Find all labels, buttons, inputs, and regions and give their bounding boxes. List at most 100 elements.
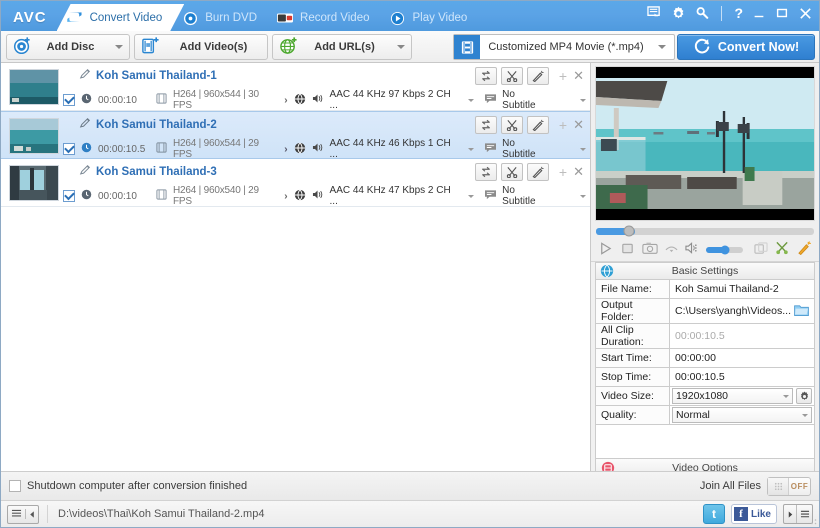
chevron-down-icon[interactable] — [580, 98, 586, 102]
convert-now-button[interactable]: Convert Now! — [677, 34, 815, 60]
twitter-icon[interactable]: t — [702, 504, 725, 524]
seek-slider[interactable] — [596, 225, 814, 237]
tab-burn-dvd[interactable]: Burn DVD — [172, 5, 279, 31]
film-strip-icon — [156, 189, 167, 203]
right-panel: Basic Settings File Name: Koh Samui Thai… — [591, 63, 819, 471]
help-icon[interactable]: ? — [734, 5, 743, 21]
detach-window-icon[interactable] — [754, 241, 768, 258]
join-all-files-toggle[interactable]: OFF — [767, 476, 811, 496]
resize-grip[interactable] — [807, 515, 817, 525]
table-row[interactable]: Koh Samui Thailand-3 00:00:10 H264 | 960… — [1, 159, 590, 207]
scissors-icon[interactable] — [500, 116, 523, 134]
file-checkbox[interactable] — [63, 94, 75, 106]
scissors-icon[interactable] — [500, 67, 523, 85]
chevron-down-icon[interactable] — [468, 98, 475, 102]
preview-canvas[interactable] — [595, 66, 815, 221]
chevron-down-icon[interactable] — [468, 194, 475, 198]
stop-time-value[interactable]: 00:00:10.5 — [669, 367, 815, 387]
minimize-icon[interactable] — [752, 6, 766, 20]
quality-label: Quality: — [594, 405, 671, 425]
video-size-dropdown[interactable]: 1920x1080 — [672, 388, 793, 404]
chevron-down-icon[interactable] — [658, 45, 666, 49]
plus-icon[interactable]: + — [559, 117, 567, 133]
magic-wand-icon[interactable] — [526, 116, 549, 134]
video-preview[interactable] — [591, 63, 819, 224]
folder-icon[interactable] — [794, 304, 809, 319]
file-subtitle[interactable]: No Subtitle — [484, 89, 586, 111]
start-time-value[interactable]: 00:00:00 — [669, 348, 815, 368]
player-controls — [591, 238, 819, 262]
scissors-icon[interactable] — [500, 163, 523, 181]
chevron-down-icon[interactable] — [115, 44, 123, 49]
camera-icon[interactable] — [642, 241, 658, 258]
file-subtitle[interactable]: No Subtitle — [484, 185, 586, 207]
plus-icon[interactable]: + — [559, 68, 567, 84]
output-profile-selector[interactable]: Customized MP4 Movie (*.mp4) — [453, 34, 675, 60]
snapshot-folder-icon[interactable] — [665, 243, 678, 256]
globe-icon[interactable] — [294, 189, 306, 204]
magic-wand-icon[interactable] — [526, 67, 549, 85]
search-icon[interactable] — [695, 6, 709, 20]
table-row[interactable]: Koh Samui Thailand-1 00:00:10 H264 | 960… — [1, 63, 590, 111]
swap-icon[interactable] — [474, 67, 497, 85]
tab-convert-video[interactable]: Convert Video — [57, 4, 185, 31]
expand-arrow-icon[interactable]: › — [284, 191, 287, 202]
maximize-icon[interactable] — [775, 6, 789, 20]
globe-icon[interactable] — [294, 93, 306, 108]
shutdown-checkbox[interactable] — [9, 480, 21, 492]
chevron-down-icon[interactable] — [468, 147, 475, 151]
swap-icon[interactable] — [474, 116, 497, 134]
file-checkbox[interactable] — [63, 190, 75, 202]
volume-slider[interactable] — [706, 245, 743, 254]
seek-handle[interactable] — [623, 225, 635, 237]
swap-icon[interactable] — [474, 163, 497, 181]
chevron-down-icon[interactable] — [802, 413, 808, 417]
close-icon[interactable]: ✕ — [573, 117, 584, 133]
globe-icon[interactable] — [294, 142, 306, 157]
file-subtitle[interactable]: No Subtitle — [484, 138, 586, 160]
file-title[interactable]: Koh Samui Thailand-3 — [79, 164, 217, 179]
output-folder-cell[interactable]: C:\Users\yangh\Videos... — [669, 298, 815, 324]
edit-icon[interactable] — [79, 68, 91, 83]
table-row: All Clip Duration: 00:00:10.5 — [594, 323, 815, 349]
gear-icon[interactable] — [671, 6, 686, 21]
quality-dropdown[interactable]: Normal — [672, 407, 812, 423]
close-icon[interactable] — [798, 6, 813, 21]
thumbnail — [9, 69, 59, 105]
play-icon[interactable] — [598, 241, 613, 259]
add-disc-button[interactable]: Add Disc — [6, 33, 130, 60]
close-icon[interactable]: ✕ — [573, 68, 584, 84]
edit-icon[interactable] — [79, 117, 91, 132]
close-icon[interactable]: ✕ — [573, 164, 584, 180]
chevron-down-icon[interactable] — [580, 194, 586, 198]
plus-icon[interactable]: + — [559, 164, 567, 180]
chevron-down-icon[interactable] — [397, 44, 405, 49]
file-checkbox[interactable] — [63, 143, 75, 155]
stop-icon[interactable] — [620, 241, 635, 259]
chevron-down-icon[interactable] — [580, 147, 586, 151]
list-view-button[interactable] — [7, 504, 39, 524]
video-size-settings-button[interactable] — [796, 388, 812, 404]
facebook-like-button[interactable]: f Like — [730, 504, 777, 524]
add-videos-button[interactable]: Add Video(s) — [134, 33, 268, 60]
file-title[interactable]: Koh Samui Thailand-1 — [79, 68, 217, 83]
basic-settings-header[interactable]: Basic Settings — [595, 262, 815, 279]
speaker-icon[interactable] — [685, 241, 699, 258]
video-options-row[interactable]: Video Options — [595, 459, 815, 471]
register-icon[interactable] — [647, 6, 662, 20]
file-title[interactable]: Koh Samui Thailand-2 — [79, 117, 217, 132]
scissors-icon[interactable] — [775, 241, 790, 258]
magic-wand-icon[interactable] — [526, 163, 549, 181]
add-urls-button[interactable]: Add URL(s) — [272, 33, 412, 60]
volume-handle[interactable] — [720, 245, 730, 254]
tab-play-video[interactable]: Play Video — [380, 5, 490, 31]
video-options-label: Video Options — [672, 462, 738, 471]
expand-arrow-icon[interactable]: › — [284, 95, 287, 106]
chevron-down-icon[interactable] — [783, 394, 789, 398]
edit-icon[interactable] — [79, 164, 91, 179]
magic-wand-icon[interactable] — [797, 241, 812, 258]
expand-arrow-icon[interactable]: › — [284, 144, 287, 155]
table-row[interactable]: Koh Samui Thailand-2 00:00:10.5 H264 | 9… — [1, 111, 590, 160]
file-name-value[interactable]: Koh Samui Thailand-2 — [669, 279, 815, 299]
tab-record-video[interactable]: Record Video — [267, 5, 391, 31]
